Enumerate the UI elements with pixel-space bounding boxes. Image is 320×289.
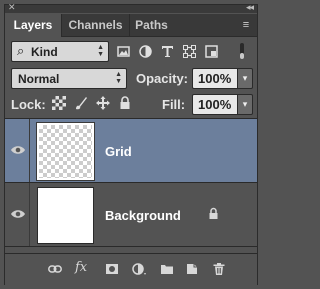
opacity-label: Opacity: xyxy=(136,71,189,86)
trash-icon[interactable] xyxy=(212,262,226,276)
layer-row-background[interactable]: Background xyxy=(5,183,257,247)
adjustment-icon[interactable] xyxy=(139,45,152,58)
layer-lock-icon xyxy=(209,207,218,219)
eye-icon xyxy=(11,210,25,218)
shape-icon[interactable] xyxy=(183,45,196,58)
fill-label: Fill: xyxy=(162,97,186,112)
filter-kind-label: Kind xyxy=(31,45,58,59)
lock-image-icon[interactable] xyxy=(74,96,88,110)
tab-layers[interactable]: Layers xyxy=(5,14,61,37)
updown-icon: ▲ ▼ xyxy=(115,71,122,85)
blend-mode-label: Normal xyxy=(18,72,60,86)
layer-name: Background xyxy=(105,208,181,223)
updown-icon: ▲ ▼ xyxy=(97,44,104,58)
eye-icon xyxy=(11,146,25,154)
mask-icon[interactable] xyxy=(105,262,119,276)
close-panel-icon[interactable]: ✕ xyxy=(8,2,16,13)
image-icon[interactable] xyxy=(117,45,130,58)
tab-channels[interactable]: Channels xyxy=(61,14,129,36)
new-layer-icon[interactable] xyxy=(185,262,199,276)
fx-icon[interactable]: fx xyxy=(75,260,87,275)
lock-transparent-icon[interactable] xyxy=(52,96,66,110)
layers-bottom-bar: fx xyxy=(5,253,257,285)
fill-input[interactable]: 100% xyxy=(192,94,238,115)
filter-kind-select[interactable]: ⌕ Kind ▲ ▼ xyxy=(11,41,109,62)
layer-thumbnail xyxy=(36,122,95,181)
smart-object-icon[interactable] xyxy=(205,45,218,58)
panel-tabs: Layers Channels Paths ≡ xyxy=(5,14,257,37)
visibility-toggle[interactable] xyxy=(5,183,30,246)
lock-all-icon[interactable] xyxy=(118,96,132,110)
type-icon[interactable] xyxy=(161,45,174,58)
panel-menu-icon[interactable]: ≡ xyxy=(239,19,253,31)
collapse-panel-icon[interactable]: ◂◂ xyxy=(246,2,254,13)
tab-paths[interactable]: Paths xyxy=(129,14,173,36)
layers-list: Grid Background xyxy=(5,118,257,253)
fill-dropdown-icon[interactable]: ▾ xyxy=(238,94,253,115)
panel-title-bar: ✕ ◂◂ xyxy=(5,2,257,13)
layers-panel: ✕ ◂◂ Layers Channels Paths ≡ ⌕ Kind ▲▼ xyxy=(4,2,258,285)
lock-position-icon[interactable] xyxy=(96,96,110,110)
opacity-input[interactable]: 100% xyxy=(192,68,238,89)
adjustment-layer-icon[interactable] xyxy=(132,262,146,276)
blend-row: Normal ▲ ▼ Opacity: 100% ▾ xyxy=(5,64,257,92)
layer-name: Grid xyxy=(105,144,132,159)
group-folder-icon[interactable] xyxy=(160,262,174,276)
link-icon[interactable] xyxy=(48,262,62,276)
layer-thumbnail xyxy=(37,187,94,244)
blend-mode-select[interactable]: Normal ▲ ▼ xyxy=(11,68,127,89)
filter-toggle-icon[interactable] xyxy=(237,43,247,59)
lock-label: Lock: xyxy=(11,97,46,112)
lock-row: Lock: Fill: 100% ▾ xyxy=(5,92,257,118)
filter-row: ⌕ Kind ▲ ▼ xyxy=(5,37,257,64)
visibility-toggle[interactable] xyxy=(5,119,30,182)
search-icon: ⌕ xyxy=(17,43,25,58)
layer-row-grid[interactable]: Grid xyxy=(5,119,257,183)
opacity-dropdown-icon[interactable]: ▾ xyxy=(238,68,253,89)
